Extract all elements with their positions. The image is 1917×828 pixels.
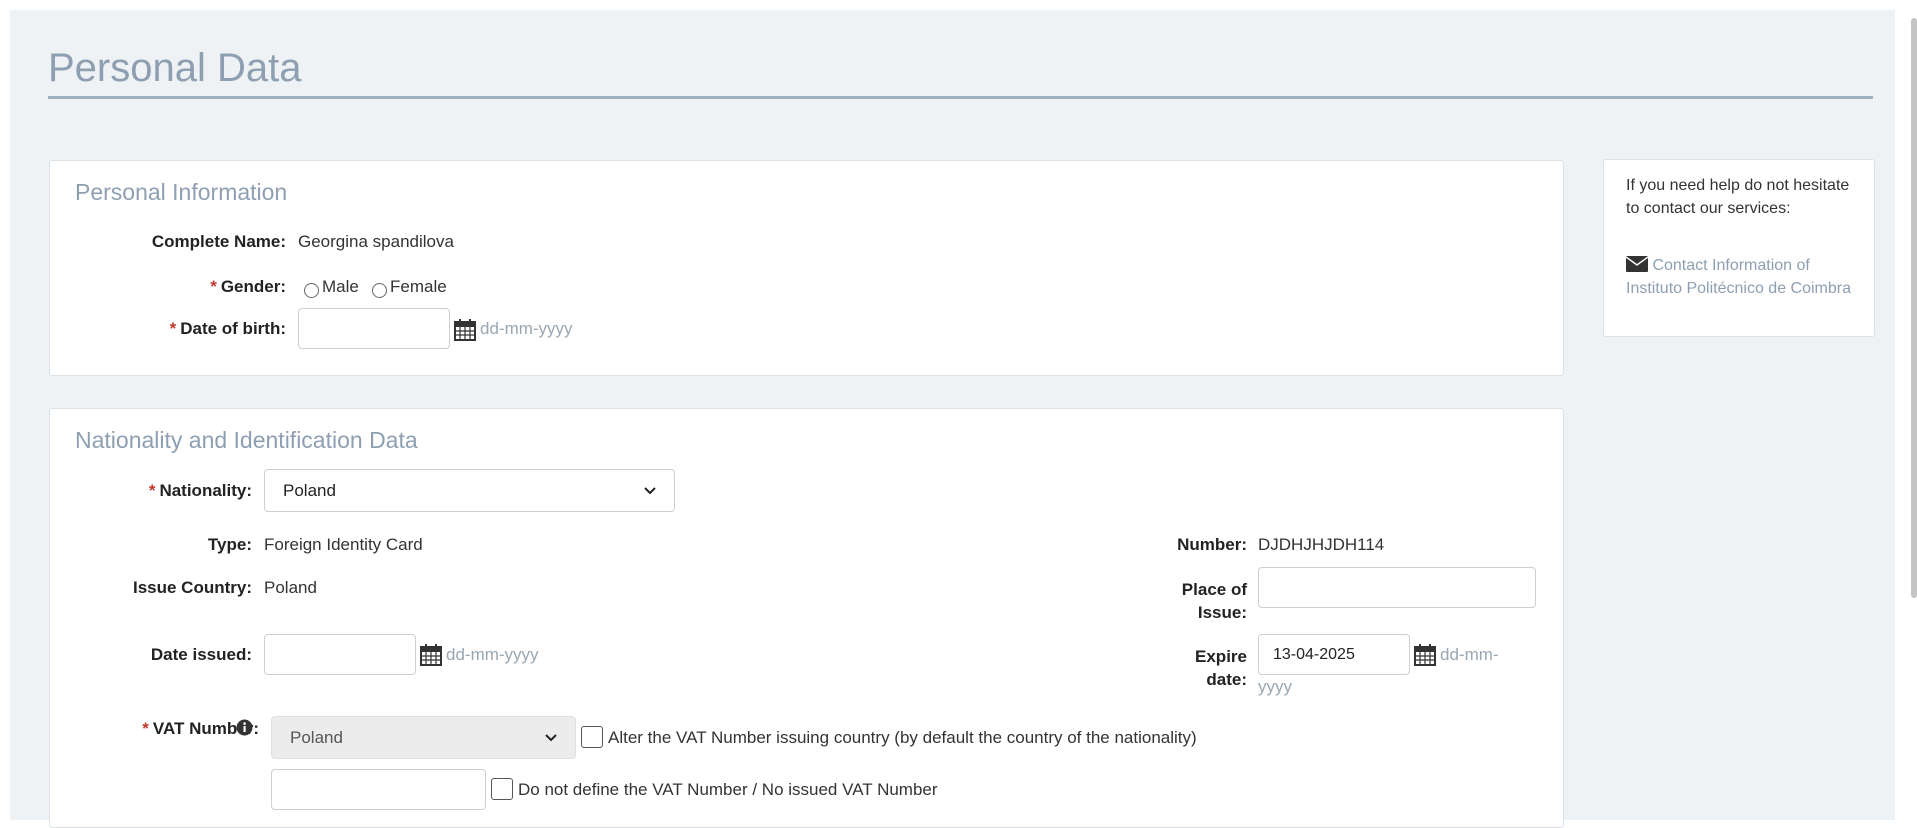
date-format-hint: dd-mm-yyyy — [480, 319, 573, 338]
number-value: DJDHJHJDH114 — [1258, 535, 1385, 554]
panel-title: Nationality and Identification Data — [75, 427, 418, 453]
complete-name-label: Complete Name: — [151, 232, 286, 251]
page-title: Personal Data — [48, 46, 302, 90]
nationality-identification-panel: Nationality and Identification Data * Nat… — [49, 408, 1564, 828]
calendar-icon[interactable] — [1414, 644, 1436, 666]
calendar-icon[interactable] — [420, 644, 442, 666]
gender-male-label[interactable]: Male — [322, 277, 359, 297]
date-format-hint: dd-mm- — [1440, 645, 1499, 664]
info-icon[interactable] — [236, 719, 253, 736]
alter-vat-country-label[interactable]: Alter the VAT Number issuing country (by… — [608, 728, 1197, 748]
place-of-issue-label: Place of Issue: — [1181, 580, 1247, 622]
help-text: If you need help do not hesitate to cont… — [1626, 177, 1850, 217]
date-format-hint: dd-mm-yyyy — [446, 645, 539, 664]
issue-country-value: Poland — [264, 578, 317, 597]
envelope-icon — [1625, 256, 1649, 272]
nationality-label: * Nationality: — [148, 481, 252, 500]
place-of-issue-input[interactable] — [1258, 567, 1536, 608]
vat-country-select: Poland — [271, 716, 576, 759]
date-issued-label: Date issued: — [150, 645, 252, 664]
personal-information-panel: Personal Information Complete Name: Geor… — [49, 160, 1564, 376]
help-panel: If you need help do not hesitate to cont… — [1603, 159, 1875, 337]
type-label: Type: — [207, 535, 252, 554]
gender-female-label[interactable]: Female — [390, 277, 447, 297]
chevron-down-icon — [545, 733, 557, 741]
date-format-hint-continued: yyyy — [1258, 677, 1292, 696]
title-divider — [48, 96, 1873, 99]
panel-title: Personal Information — [75, 179, 288, 205]
expire-date-label: Expire date: — [1195, 647, 1247, 689]
chevron-down-icon — [644, 486, 656, 494]
vat-number-input[interactable] — [271, 769, 486, 810]
type-value: Foreign Identity Card — [264, 535, 423, 554]
contact-information-link[interactable]: Contact Information of Instituto Politéc… — [1625, 254, 1866, 300]
calendar-icon[interactable] — [454, 319, 476, 341]
date-of-birth-input[interactable] — [298, 308, 450, 349]
gender-male-radio[interactable] — [304, 283, 319, 298]
number-label: Number: — [1177, 535, 1247, 554]
issue-country-label: Issue Country: — [132, 578, 252, 597]
date-of-birth-label: * Date of birth: — [169, 319, 286, 338]
gender-female-radio[interactable] — [372, 283, 387, 298]
expire-date-input[interactable]: 13-04-2025 — [1258, 634, 1410, 675]
no-vat-number-checkbox[interactable] — [491, 778, 513, 800]
alter-vat-country-checkbox[interactable] — [581, 726, 603, 748]
gender-label: * Gender: — [210, 277, 286, 296]
date-issued-input[interactable] — [264, 634, 416, 675]
nationality-select[interactable]: Poland — [264, 469, 675, 512]
no-vat-number-label[interactable]: Do not define the VAT Number / No issued… — [518, 780, 938, 800]
scrollbar[interactable] — [1911, 18, 1917, 598]
complete-name-value: Georgina spandilova — [298, 232, 454, 251]
